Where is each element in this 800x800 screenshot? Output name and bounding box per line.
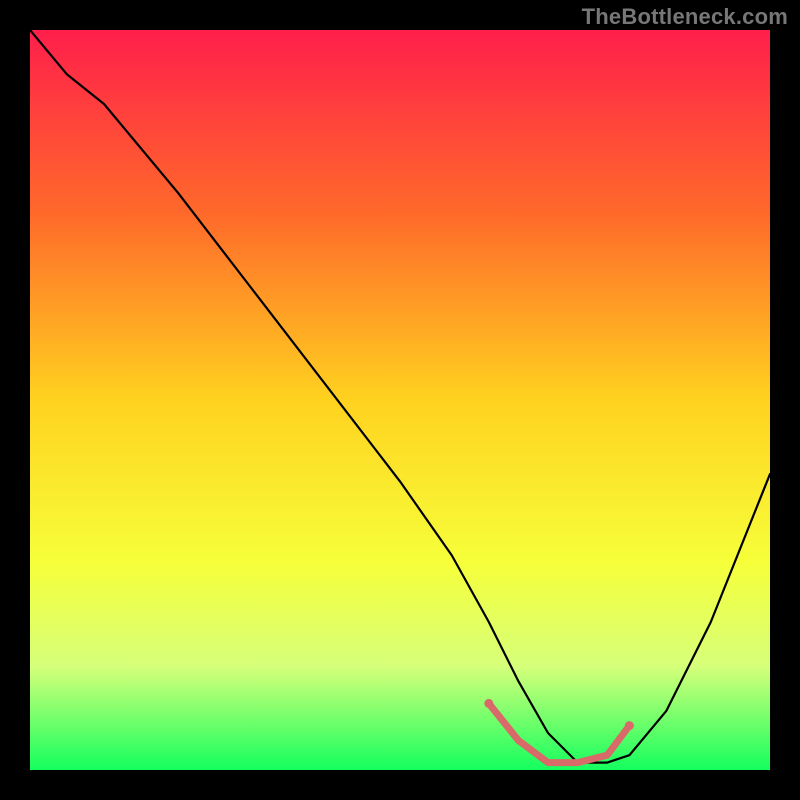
chart-frame: TheBottleneck.com: [0, 0, 800, 800]
chart-svg: [30, 30, 770, 770]
optimal-start: [484, 699, 493, 708]
watermark-text: TheBottleneck.com: [582, 4, 788, 30]
plot-area: [30, 30, 770, 770]
gradient-bg: [30, 30, 770, 770]
optimal-end: [625, 721, 634, 730]
